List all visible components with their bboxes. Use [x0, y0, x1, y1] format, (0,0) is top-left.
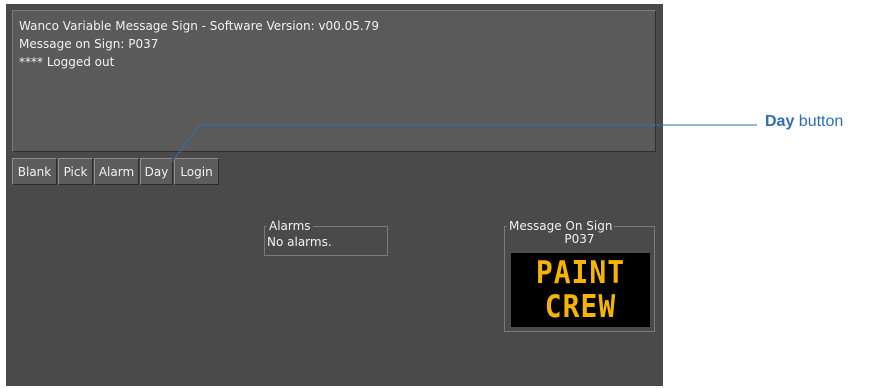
day-button-callout: Day button	[765, 113, 843, 131]
callout-leader-line	[171, 124, 757, 163]
callout-rest: button	[794, 113, 844, 130]
callout-bold: Day	[765, 113, 795, 130]
